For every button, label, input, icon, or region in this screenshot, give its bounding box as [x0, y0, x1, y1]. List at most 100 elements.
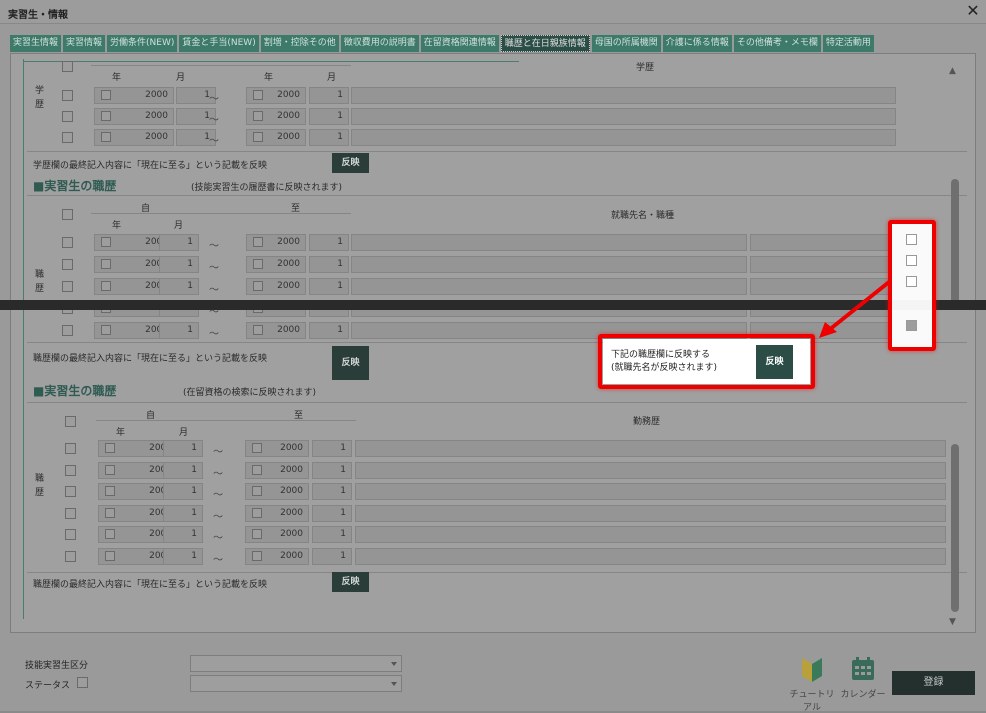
- tab-4[interactable]: 割増・控除その他: [260, 35, 339, 52]
- work2-to-month[interactable]: 1: [312, 461, 352, 479]
- edu-to-month[interactable]: 1: [309, 108, 349, 125]
- work2-to-year[interactable]: 2000: [245, 483, 309, 500]
- calendar-icon[interactable]: [851, 656, 875, 682]
- edu-to-year[interactable]: 2000: [246, 129, 306, 146]
- tab-3[interactable]: 賃金と手当(NEW): [179, 35, 259, 52]
- work-company-field[interactable]: [351, 234, 747, 251]
- row-checkbox[interactable]: [101, 237, 111, 247]
- edu-from-year[interactable]: 2000: [94, 129, 174, 146]
- edu-content-field[interactable]: [351, 108, 896, 125]
- work2-history-field[interactable]: [355, 504, 946, 522]
- work2-from-month[interactable]: 1: [163, 547, 203, 565]
- work2-history-field[interactable]: [355, 526, 946, 543]
- work2-row-checkbox[interactable]: [65, 529, 76, 540]
- work-company-field[interactable]: [351, 256, 747, 273]
- work2-to-month[interactable]: 1: [312, 504, 352, 522]
- work2-row-checkbox[interactable]: [65, 443, 76, 454]
- work2-to-year[interactable]: 2000: [245, 461, 309, 479]
- work2-to-year[interactable]: 2000: [245, 504, 309, 522]
- edu-to-year[interactable]: 2000: [246, 87, 306, 104]
- work-position-field[interactable]: [750, 256, 890, 273]
- work-to-year[interactable]: 2000: [246, 322, 306, 339]
- edu-from-year[interactable]: 2000: [94, 108, 174, 125]
- work2-from-month[interactable]: 1: [163, 526, 203, 543]
- row-checkbox[interactable]: [253, 90, 263, 100]
- work2-from-month[interactable]: 1: [163, 440, 203, 457]
- work-to-year[interactable]: 2000: [246, 256, 306, 273]
- tutorial-label[interactable]: チュートリアル: [787, 687, 837, 713]
- scrollbar-thumb-lower[interactable]: [951, 444, 959, 612]
- work2-to-month[interactable]: 1: [312, 526, 352, 543]
- register-button[interactable]: 登録: [892, 671, 975, 695]
- tab-6[interactable]: 在留資格関連情報: [420, 35, 499, 52]
- work2-row-checkbox[interactable]: [65, 507, 76, 519]
- edu-content-field[interactable]: [351, 87, 896, 104]
- tab-2[interactable]: 労働条件(NEW): [107, 35, 178, 52]
- status-checkbox[interactable]: [77, 677, 88, 688]
- tab-5[interactable]: 徴収費用の説明書: [340, 35, 419, 52]
- callout-reflect-button[interactable]: 反映: [756, 345, 793, 379]
- work2-row-checkbox[interactable]: [65, 464, 76, 476]
- work2-reflect-button[interactable]: 反映: [332, 572, 369, 592]
- work2-from-month[interactable]: 1: [163, 504, 203, 522]
- row-checkbox[interactable]: [105, 529, 115, 539]
- row-checkbox[interactable]: [253, 259, 263, 269]
- work2-row-checkbox[interactable]: [65, 550, 76, 562]
- work2-to-month[interactable]: 1: [312, 483, 352, 500]
- row-checkbox[interactable]: [253, 237, 263, 247]
- work-to-year[interactable]: 2000: [246, 234, 306, 251]
- row-checkbox[interactable]: [252, 464, 262, 475]
- scroll-up-icon[interactable]: ▲: [949, 66, 956, 76]
- row-checkbox[interactable]: [253, 111, 263, 121]
- tab-8[interactable]: 母国の所属機関: [591, 35, 661, 52]
- work2-to-year[interactable]: 2000: [245, 526, 309, 543]
- edu-row-checkbox[interactable]: [62, 132, 73, 143]
- work2-select-all-checkbox[interactable]: [65, 416, 76, 427]
- beginner-mark-icon[interactable]: [800, 656, 824, 684]
- row-checkbox[interactable]: [101, 111, 111, 121]
- work-from-month[interactable]: 1: [159, 234, 199, 251]
- tab-0[interactable]: 実習生情報: [10, 35, 62, 52]
- status-select[interactable]: [190, 675, 402, 692]
- work2-to-month[interactable]: 1: [312, 547, 352, 565]
- row-checkbox[interactable]: [101, 259, 111, 269]
- work-reflect-checkbox[interactable]: [906, 276, 917, 287]
- work-row-checkbox[interactable]: [62, 237, 73, 248]
- work-reflect-button[interactable]: 反映: [332, 346, 369, 380]
- work-position-field[interactable]: [750, 234, 890, 251]
- row-checkbox[interactable]: [101, 132, 111, 142]
- work2-from-month[interactable]: 1: [163, 483, 203, 500]
- row-checkbox[interactable]: [105, 464, 115, 475]
- row-checkbox[interactable]: [252, 507, 262, 518]
- work-reflect-checkbox[interactable]: [906, 255, 917, 266]
- edu-row-checkbox[interactable]: [62, 90, 73, 101]
- work-row-checkbox[interactable]: [62, 281, 73, 292]
- row-checkbox[interactable]: [252, 550, 262, 561]
- row-checkbox[interactable]: [252, 443, 262, 453]
- calendar-label[interactable]: カレンダー: [838, 687, 888, 700]
- row-checkbox[interactable]: [253, 325, 263, 335]
- work-from-month[interactable]: 1: [159, 322, 199, 339]
- work-to-month[interactable]: 1: [309, 256, 349, 273]
- scrollbar-thumb-upper[interactable]: [951, 179, 959, 309]
- row-checkbox[interactable]: [253, 281, 263, 291]
- row-checkbox[interactable]: [105, 443, 115, 453]
- work-from-month[interactable]: 1: [159, 256, 199, 273]
- tab-9[interactable]: 介護に係る情報: [662, 35, 732, 52]
- row-checkbox[interactable]: [101, 90, 111, 100]
- work-to-month[interactable]: 1: [309, 234, 349, 251]
- tab-11[interactable]: 特定活動用: [822, 35, 874, 52]
- work2-history-field[interactable]: [355, 483, 946, 500]
- work-to-month[interactable]: 1: [309, 322, 349, 339]
- edu-to-month[interactable]: 1: [309, 129, 349, 146]
- row-checkbox[interactable]: [253, 132, 263, 142]
- tab-7[interactable]: 職歴と在日親族情報: [500, 35, 590, 52]
- edu-select-all-checkbox[interactable]: [62, 61, 73, 72]
- work2-to-year[interactable]: 2000: [245, 440, 309, 457]
- row-checkbox[interactable]: [252, 486, 262, 496]
- work2-from-month[interactable]: 1: [163, 461, 203, 479]
- work2-row-checkbox[interactable]: [65, 486, 76, 497]
- work-to-month[interactable]: 1: [309, 278, 349, 295]
- work-to-year[interactable]: 2000: [246, 278, 306, 295]
- edu-reflect-button[interactable]: 反映: [332, 153, 369, 173]
